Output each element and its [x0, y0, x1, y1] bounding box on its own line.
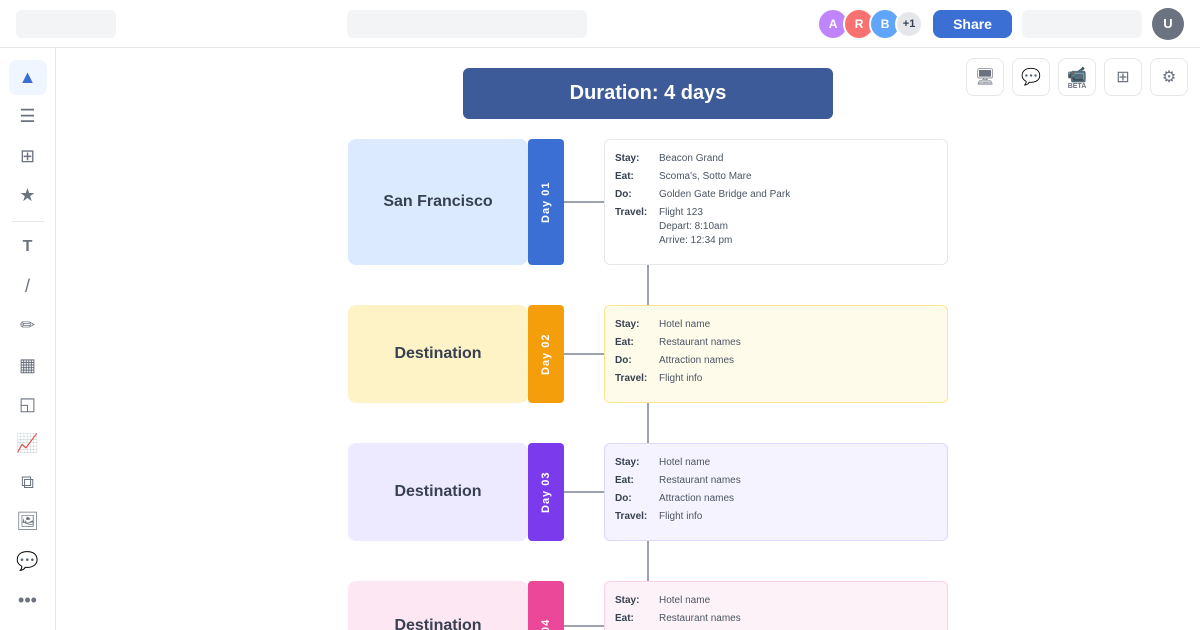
file-name-area[interactable]: [16, 10, 116, 38]
spacer-1: [647, 265, 649, 305]
day4-badge: 04: [528, 581, 564, 630]
day1-detail-stay: Stay: Beacon Grand: [615, 152, 937, 166]
record-icon: 📹: [1067, 65, 1087, 85]
share-view-icon: ⊞: [1116, 67, 1129, 87]
settings-button[interactable]: ⚙: [1150, 58, 1188, 96]
sidebar-item-line[interactable]: /: [9, 269, 47, 304]
day4-connector: [564, 625, 604, 627]
spacer-2: [647, 403, 649, 443]
day-row-1: San Francisco Day 01 Stay: Beacon Grand …: [348, 139, 948, 265]
duration-banner: Duration: 4 days: [463, 68, 833, 119]
day4-location: Destination: [348, 581, 528, 630]
search-tools-area[interactable]: [1022, 10, 1142, 38]
content-icon: ☰: [19, 106, 35, 127]
day2-badge: Day 02: [528, 305, 564, 403]
present-button[interactable]: 🖥: [966, 58, 1004, 96]
sidebar-item-frame[interactable]: ◱: [9, 387, 47, 422]
image-icon: 🖼: [16, 511, 39, 532]
day2-detail-stay: Stay: Hotel name: [615, 318, 937, 332]
sidebar-item-content[interactable]: ☰: [9, 99, 47, 134]
sidebar-divider-1: [12, 221, 44, 222]
center-search[interactable]: [347, 10, 587, 38]
topbar: A R B +1 Share U: [0, 0, 1200, 48]
sidebar-item-text[interactable]: T: [9, 230, 47, 265]
day2-detail-eat: Eat: Restaurant names: [615, 336, 937, 350]
day1-badge: Day 01: [528, 139, 564, 265]
settings-icon: ⚙: [1162, 67, 1176, 87]
day3-detail-stay: Stay: Hotel name: [615, 456, 937, 470]
sidebar-item-grid[interactable]: ⊞: [9, 138, 47, 173]
day3-location: Destination: [348, 443, 528, 541]
canvas-toolbar: 🖥 💬 📹 BETA ⊞ ⚙: [966, 58, 1188, 96]
day1-detail-do: Do: Golden Gate Bridge and Park: [615, 188, 937, 202]
more-icon: •••: [18, 590, 37, 611]
day3-detail-travel: Travel: Flight info: [615, 510, 937, 524]
day-row-4: Destination 04 Stay: Hotel name Eat: Res…: [348, 581, 948, 630]
sidebar-item-cursor[interactable]: ▲: [9, 60, 47, 95]
sidebar-item-chart[interactable]: 📈: [9, 426, 47, 461]
sidebar-item-image[interactable]: 🖼: [9, 504, 47, 539]
frame-icon: ◱: [19, 394, 36, 415]
comment-icon: 💬: [16, 551, 38, 572]
comment-toolbar-icon: 💬: [1021, 67, 1041, 87]
sidebar-item-connection[interactable]: ⧉: [9, 465, 47, 500]
day3-connector: [564, 491, 604, 493]
day3-detail-eat: Eat: Restaurant names: [615, 474, 937, 488]
sidebar-item-comment[interactable]: 💬: [9, 544, 47, 579]
table-icon: ▦: [19, 355, 36, 376]
day-row-2: Destination Day 02 Stay: Hotel name Eat:…: [348, 305, 948, 403]
day4-detail-eat: Eat: Restaurant names: [615, 612, 937, 626]
day1-detail-eat: Eat: Scoma's, Sotto Mare: [615, 170, 937, 184]
sidebar-item-pen[interactable]: ✏: [9, 308, 47, 343]
day2-connector: [564, 353, 604, 355]
day-row-3: Destination Day 03 Stay: Hotel name Eat:…: [348, 443, 948, 541]
beta-label: BETA: [1068, 83, 1087, 90]
text-icon: T: [23, 238, 33, 256]
day1-details: Stay: Beacon Grand Eat: Scoma's, Sotto M…: [604, 139, 948, 265]
day4-detail-stay: Stay: Hotel name: [615, 594, 937, 608]
cursor-icon: ▲: [19, 67, 37, 88]
pen-icon: ✏: [20, 315, 35, 336]
canvas: Duration: 4 days San Francisco Day 01 St…: [56, 48, 1200, 630]
topbar-left: [16, 10, 116, 38]
user-avatar[interactable]: U: [1152, 8, 1184, 40]
star-icon: ★: [19, 185, 35, 206]
day3-detail-do: Do: Attraction names: [615, 492, 937, 506]
sidebar-more-button[interactable]: •••: [9, 583, 47, 618]
avatar-count: +1: [895, 10, 923, 38]
comment-toolbar-button[interactable]: 💬: [1012, 58, 1050, 96]
chart-icon: 📈: [16, 433, 38, 454]
present-icon: 🖥: [975, 67, 995, 87]
grid-icon: ⊞: [20, 146, 35, 167]
timeline: San Francisco Day 01 Stay: Beacon Grand …: [156, 139, 1140, 630]
sidebar: ▲ ☰ ⊞ ★ T / ✏ ▦ ◱ 📈 ⧉ 🖼 💬 •••: [0, 48, 56, 630]
avatar-group: A R B +1: [817, 8, 923, 40]
day2-detail-travel: Travel: Flight info: [615, 372, 937, 386]
line-icon: /: [25, 276, 30, 297]
day2-details: Stay: Hotel name Eat: Restaurant names D…: [604, 305, 948, 403]
day3-badge: Day 03: [528, 443, 564, 541]
day1-detail-travel: Travel: Flight 123 Depart: 8:10am Arrive…: [615, 206, 937, 248]
day4-details: Stay: Hotel name Eat: Restaurant names: [604, 581, 948, 630]
day2-location: Destination: [348, 305, 528, 403]
spacer-3: [647, 541, 649, 581]
day1-connector: [564, 201, 604, 203]
share-view-button[interactable]: ⊞: [1104, 58, 1142, 96]
day3-details: Stay: Hotel name Eat: Restaurant names D…: [604, 443, 948, 541]
connection-icon: ⧉: [21, 472, 34, 493]
day1-location: San Francisco: [348, 139, 528, 265]
topbar-right: A R B +1 Share U: [817, 8, 1184, 40]
record-button[interactable]: 📹 BETA: [1058, 58, 1096, 96]
content-area: Duration: 4 days San Francisco Day 01 St…: [56, 48, 1200, 630]
sidebar-item-favorites[interactable]: ★: [9, 178, 47, 213]
share-button[interactable]: Share: [933, 10, 1012, 38]
sidebar-item-table[interactable]: ▦: [9, 347, 47, 382]
day2-detail-do: Do: Attraction names: [615, 354, 937, 368]
